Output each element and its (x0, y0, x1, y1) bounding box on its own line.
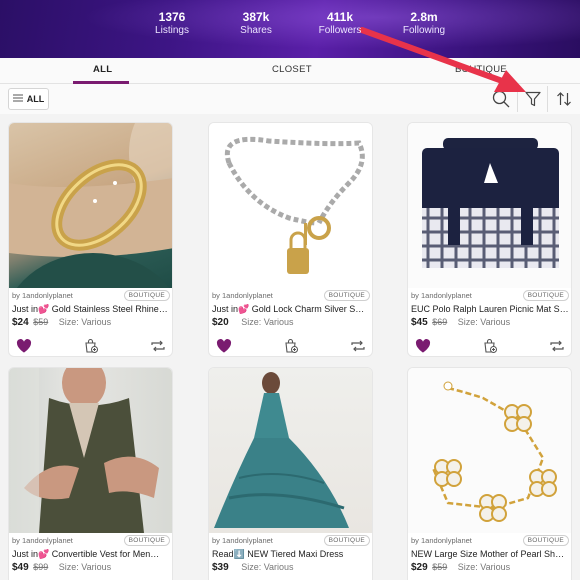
listing-photo[interactable] (408, 368, 571, 533)
listing-card[interactable]: by 1andonlyplanet BOUTIQUE Just in💕 Gold… (208, 122, 373, 357)
share-icon[interactable] (350, 338, 366, 354)
category-filter-button[interactable]: ALL (8, 88, 49, 110)
listing-price: $24 (12, 317, 29, 328)
listing-price: $39 (212, 562, 229, 573)
stat-value: 2.8m (410, 10, 438, 24)
listing-photo[interactable] (209, 368, 372, 533)
listing-title[interactable]: EUC Polo Ralph Lauren Picnic Mat S… (411, 304, 569, 314)
like-heart-icon[interactable] (216, 338, 232, 354)
stat-label: Shares (240, 25, 272, 36)
toolbar-divider (517, 86, 518, 112)
listing-size: Size: Various (58, 317, 112, 327)
listing-prices: $45 $69 Size: Various (411, 317, 510, 328)
seller-name[interactable]: by 1andonlyplanet (12, 536, 73, 545)
stat-listings[interactable]: 1376 Listings (130, 10, 214, 37)
menu-icon (12, 94, 23, 104)
listing-meta: by 1andonlyplanet BOUTIQUE (212, 290, 370, 302)
listing-toolbar: ALL (0, 84, 580, 114)
seller-name[interactable]: by 1andonlyplanet (411, 536, 472, 545)
listing-title[interactable]: Just in💕 Gold Stainless Steel Rhine… (12, 304, 170, 315)
original-price: $59 (33, 317, 49, 327)
listing-size: Size: Various (241, 317, 294, 327)
listing-meta: by 1andonlyplanet BOUTIQUE (411, 535, 569, 547)
listing-actions (209, 336, 372, 356)
original-price: $99 (33, 562, 49, 572)
listing-card[interactable]: by 1andonlyplanet BOUTIQUE Just in💕 Gold… (8, 122, 173, 357)
boutique-badge: BOUTIQUE (522, 290, 569, 301)
add-to-bundle-icon[interactable] (482, 338, 498, 354)
original-price: $69 (432, 317, 448, 327)
listing-title[interactable]: NEW Large Size Mother of Pearl She… (411, 549, 569, 559)
listing-actions (408, 336, 571, 356)
seller-name[interactable]: by 1andonlyplanet (411, 291, 472, 300)
stats-row: 1376 Listings 387k Shares 411k Followers… (130, 10, 466, 37)
listing-price: $49 (12, 562, 29, 573)
filter-icon[interactable] (521, 87, 545, 111)
tab-boutique[interactable]: BOUTIQUE (455, 64, 507, 75)
listing-size: Size: Various (457, 562, 511, 572)
listing-photo[interactable] (9, 123, 172, 288)
listing-photo[interactable] (209, 123, 372, 288)
tab-closet[interactable]: CLOSET (272, 64, 312, 75)
stat-value: 387k (242, 10, 270, 24)
tab-all[interactable]: ALL (93, 64, 112, 75)
listing-size: Size: Various (457, 317, 511, 327)
like-heart-icon[interactable] (415, 338, 431, 354)
listing-price: $29 (411, 562, 428, 573)
listing-card[interactable]: by 1andonlyplanet BOUTIQUE Just in💕 Conv… (8, 367, 173, 580)
listing-photo[interactable] (9, 368, 172, 533)
boutique-badge: BOUTIQUE (522, 535, 569, 546)
add-to-bundle-icon[interactable] (283, 338, 299, 354)
listing-actions (9, 336, 172, 356)
listing-photo[interactable] (408, 123, 571, 288)
like-heart-icon[interactable] (16, 338, 32, 354)
stat-label: Following (402, 25, 446, 36)
stat-value: 411k (326, 10, 354, 24)
seller-name[interactable]: by 1andonlyplanet (212, 536, 273, 545)
original-price: $59 (432, 562, 448, 572)
seller-name[interactable]: by 1andonlyplanet (12, 291, 73, 300)
stat-label: Listings (155, 25, 189, 36)
sort-icon[interactable] (552, 87, 576, 111)
boutique-badge: BOUTIQUE (323, 535, 370, 546)
closet-tabs: ALL CLOSET BOUTIQUE (0, 58, 580, 84)
listing-meta: by 1andonlyplanet BOUTIQUE (212, 535, 370, 547)
category-filter-label: ALL (26, 94, 45, 104)
listing-card[interactable]: by 1andonlyplanet BOUTIQUE NEW Large Siz… (407, 367, 572, 580)
listing-title[interactable]: Read⬇️ NEW Tiered Maxi Dress (212, 549, 370, 560)
boutique-badge: BOUTIQUE (123, 290, 170, 301)
listing-price: $20 (212, 317, 229, 328)
seller-name[interactable]: by 1andonlyplanet (212, 291, 273, 300)
boutique-badge: BOUTIQUE (323, 290, 370, 301)
profile-banner: 1376 Listings 387k Shares 411k Followers… (0, 0, 580, 58)
stat-shares[interactable]: 387k Shares (214, 10, 298, 37)
listing-title[interactable]: Just in💕 Gold Lock Charm Silver S… (212, 304, 370, 315)
closet-page: 1376 Listings 387k Shares 411k Followers… (0, 0, 580, 580)
listing-prices: $49 $99 Size: Various (12, 562, 111, 573)
listing-prices: $20 Size: Various (212, 317, 294, 328)
listing-meta: by 1andonlyplanet BOUTIQUE (411, 290, 569, 302)
listing-card[interactable]: by 1andonlyplanet BOUTIQUE Read⬇️ NEW Ti… (208, 367, 373, 580)
stat-label: Followers (318, 25, 362, 36)
add-to-bundle-icon[interactable] (83, 338, 99, 354)
listing-prices: $24 $59 Size: Various (12, 317, 111, 328)
listing-meta: by 1andonlyplanet BOUTIQUE (12, 535, 170, 547)
share-icon[interactable] (549, 338, 565, 354)
listing-meta: by 1andonlyplanet BOUTIQUE (12, 290, 170, 302)
stat-followers[interactable]: 411k Followers (298, 10, 382, 37)
toolbar-divider (547, 86, 548, 112)
listing-prices: $39 Size: Various (212, 562, 294, 573)
listing-card[interactable]: by 1andonlyplanet BOUTIQUE EUC Polo Ralp… (407, 122, 572, 357)
listing-size: Size: Various (58, 562, 112, 572)
boutique-badge: BOUTIQUE (123, 535, 170, 546)
stat-value: 1376 (158, 10, 186, 24)
listing-price: $45 (411, 317, 428, 328)
share-icon[interactable] (150, 338, 166, 354)
search-icon[interactable] (489, 87, 513, 111)
stat-following[interactable]: 2.8m Following (382, 10, 466, 37)
listing-size: Size: Various (241, 562, 294, 572)
listing-title[interactable]: Just in💕 Convertible Vest for Men… (12, 549, 170, 560)
listing-prices: $29 $59 Size: Various (411, 562, 510, 573)
